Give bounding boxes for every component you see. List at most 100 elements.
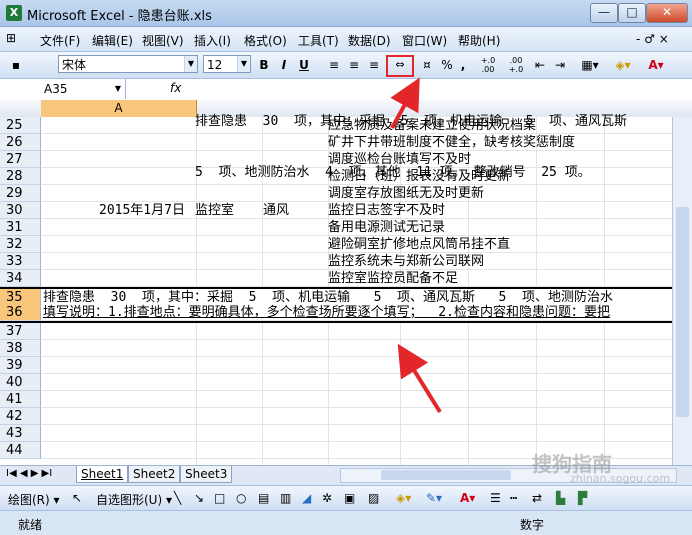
italic-button[interactable]: I [276,56,292,74]
fill-color-icon[interactable]: ◈▾ [610,56,636,74]
diagram-icon[interactable]: ✲ [322,491,332,505]
sheet-tab-1[interactable]: Sheet1 [76,466,129,483]
row-cells[interactable] [41,391,672,408]
menu-data[interactable]: 数据(D) [348,32,391,49]
workbook-icon[interactable]: ⊞ [6,31,20,47]
row-cells[interactable] [41,323,672,340]
close-button[interactable]: ✕ [646,3,688,23]
vertical-scroll-thumb[interactable] [676,207,689,417]
row-number[interactable]: 29 [0,185,41,202]
row-number[interactable]: 44 [0,442,41,459]
row-number[interactable]: 32 [0,236,41,253]
menu-view[interactable]: 视图(V) [142,32,184,49]
select-all-corner[interactable] [0,100,42,117]
chevron-down-icon[interactable]: ▼ [237,56,250,72]
wordart-icon[interactable]: ◢ [302,491,311,505]
table-row[interactable]: 41 [0,391,672,408]
autoshapes-menu-button[interactable]: 自选图形(U) ▾ [96,491,172,508]
align-center-icon[interactable]: ≡ [346,56,362,74]
line-style-icon[interactable]: ☰ [490,491,501,505]
row-cells[interactable] [41,408,672,425]
row-cells[interactable]: 监控系统未与郑新公司联网 [41,253,672,270]
font-color-icon[interactable]: A▾ [644,56,668,74]
comma-style-button[interactable]: , [458,56,468,74]
sheet-navigation-arrows[interactable]: I◀ ◀ ▶ ▶I [6,468,52,479]
row-number[interactable]: 36 [0,304,41,321]
textbox-icon[interactable]: ▤ [258,491,269,505]
maximize-button[interactable]: □ [618,3,646,23]
line-icon[interactable]: ╲ [174,491,181,505]
table-row[interactable]: 37 [0,323,672,340]
selected-row-36[interactable]: 36 填写说明：1.排查地点：要明确具体，多个检查场所要逐个填写； 2.检查内容… [0,304,672,323]
increase-indent-icon[interactable]: ⇥ [552,56,568,74]
row-cells[interactable]: 避险硐室扩修地点风筒吊挂不直 [41,236,672,253]
row-number[interactable]: 43 [0,425,41,442]
select-objects-icon[interactable]: ↖ [72,491,82,505]
vertical-textbox-icon[interactable]: ▥ [280,491,291,505]
minimize-button[interactable]: — [590,3,618,23]
table-row[interactable]: 43 [0,425,672,442]
font-name-select[interactable]: 宋体 ▼ [58,55,198,73]
row-number[interactable]: 31 [0,219,41,236]
menu-tools[interactable]: 工具(T) [298,32,339,49]
percent-button[interactable]: % [440,56,454,74]
menu-window[interactable]: 窗口(W) [402,32,447,49]
table-row[interactable]: 33 监控系统未与郑新公司联网 [0,253,672,270]
row-cells[interactable] [41,340,672,357]
formula-input[interactable]: 排查隐患 30 项，其中：采掘 5 项、机电运输 5 项、通风瓦斯 5 项、地测… [195,79,675,215]
table-row[interactable]: 34 监控室监控员配备不足 [0,270,672,287]
row-cells[interactable] [41,374,672,391]
font-color-icon[interactable]: A▾ [460,491,475,505]
sheet-tab-2[interactable]: Sheet2 [128,466,181,483]
decrease-indent-icon[interactable]: ⇤ [532,56,548,74]
save-icon[interactable]: ▪ [8,56,24,74]
name-box[interactable]: A35 ▼ [0,79,126,99]
table-row[interactable]: 31 备用电源测试无记录 [0,219,672,236]
arrow-style-icon[interactable]: ⇄ [532,491,542,505]
row-number[interactable]: 34 [0,270,41,287]
font-size-select[interactable]: 12 ▼ [203,55,251,73]
decrease-decimal-button[interactable]: .00 +.0 [504,56,528,74]
clipart-icon[interactable]: ▣ [344,491,355,505]
line-color-icon[interactable]: ✎▾ [426,491,442,505]
menu-edit[interactable]: 编辑(E) [92,32,133,49]
increase-decimal-button[interactable]: +.0 .00 [476,56,500,74]
table-row[interactable]: 32 避险硐室扩修地点风筒吊挂不直 [0,236,672,253]
draw-menu-button[interactable]: 绘图(R) ▾ [8,491,60,508]
row-number[interactable]: 27 [0,151,41,168]
row-cells[interactable]: 监控室监控员配备不足 [41,270,672,287]
row-number[interactable]: 41 [0,391,41,408]
align-left-icon[interactable]: ≡ [326,56,342,74]
menu-insert[interactable]: 插入(I) [194,32,231,49]
vertical-scrollbar[interactable] [672,117,692,465]
row-number[interactable]: 33 [0,253,41,270]
row-number[interactable]: 40 [0,374,41,391]
fill-color-icon[interactable]: ◈▾ [396,491,411,505]
menu-file[interactable]: 文件(F) [40,32,80,49]
bold-button[interactable]: B [256,56,272,74]
table-row[interactable]: 38 [0,340,672,357]
rectangle-icon[interactable]: □ [214,491,225,505]
borders-icon[interactable]: ▦▾ [578,56,602,74]
table-row[interactable]: 39 [0,357,672,374]
row-cells[interactable]: 备用电源测试无记录 [41,219,672,236]
dash-style-icon[interactable]: ┅ [510,491,517,505]
shadow-icon[interactable]: ▙ [556,491,565,505]
oval-icon[interactable]: ○ [236,491,246,505]
row-number[interactable]: 30 [0,202,41,219]
table-row[interactable]: 42 [0,408,672,425]
row-cells[interactable] [41,357,672,374]
menu-format[interactable]: 格式(O) [244,32,287,49]
chevron-down-icon[interactable]: ▼ [115,79,121,99]
row-number[interactable]: 28 [0,168,41,185]
currency-icon[interactable]: ¤ [418,56,436,74]
function-icon[interactable]: fx [170,81,181,95]
row-cells[interactable]: 填写说明：1.排查地点：要明确具体，多个检查场所要逐个填写； 2.检查内容和隐患… [41,304,672,321]
row-cells[interactable] [41,425,672,442]
sheet-tab-3[interactable]: Sheet3 [180,466,233,483]
chevron-down-icon[interactable]: ▼ [184,56,197,72]
menu-help[interactable]: 帮助(H) [458,32,500,49]
excel-app-icon[interactable]: X [6,5,22,21]
horizontal-scroll-thumb[interactable] [381,470,511,480]
align-right-icon[interactable]: ≡ [366,56,382,74]
